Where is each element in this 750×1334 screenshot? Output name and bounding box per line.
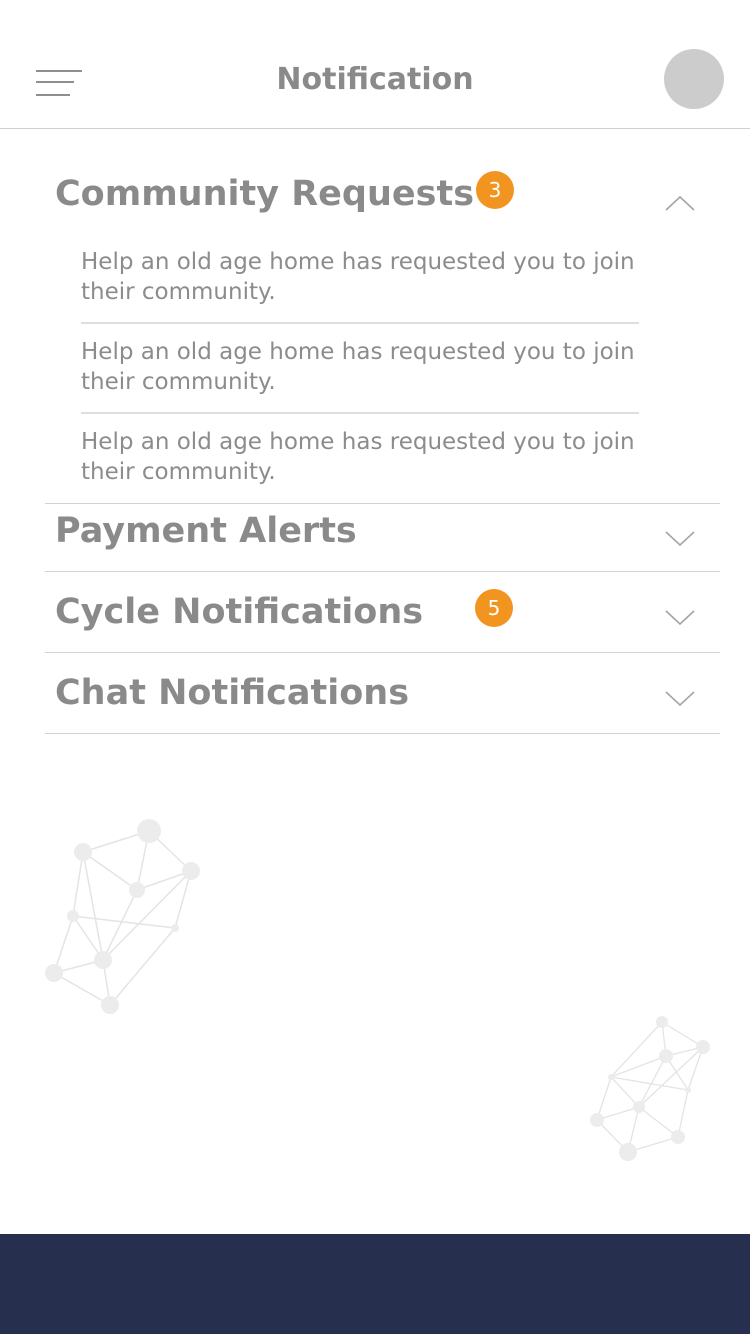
- section-title: Cycle Notifications: [55, 592, 424, 632]
- notification-count-badge: 3: [476, 171, 514, 209]
- section-title: Payment Alerts: [55, 511, 357, 551]
- section-title: Community Requests: [55, 174, 475, 214]
- section-header-chat-notifications[interactable]: Chat Notifications: [45, 653, 720, 733]
- section-cycle-notifications: Cycle Notifications 5: [45, 572, 720, 653]
- chevron-down-icon[interactable]: [665, 609, 695, 627]
- item-divider: [81, 322, 639, 324]
- item-divider: [81, 412, 639, 414]
- bottom-bar: [0, 1234, 750, 1334]
- chevron-down-icon[interactable]: [665, 530, 695, 548]
- notification-count-badge: 5: [475, 589, 513, 627]
- app-header: Notification: [0, 0, 750, 129]
- chevron-down-icon[interactable]: [665, 690, 695, 708]
- page-title: Notification: [276, 62, 474, 97]
- section-header-community-requests[interactable]: Community Requests 3: [45, 128, 720, 228]
- chevron-up-icon[interactable]: [665, 194, 695, 212]
- list-item[interactable]: Help an old age home has requested you t…: [81, 337, 639, 397]
- list-item[interactable]: Help an old age home has requested you t…: [81, 427, 639, 487]
- section-community-requests: Community Requests 3 Help an old age hom…: [45, 128, 720, 504]
- section-chat-notifications: Chat Notifications: [45, 653, 720, 734]
- section-payment-alerts: Payment Alerts: [45, 504, 720, 572]
- network-decoration-right: [590, 1016, 710, 1161]
- list-item[interactable]: Help an old age home has requested you t…: [81, 247, 639, 307]
- avatar[interactable]: [664, 49, 724, 109]
- network-decoration-left: [45, 819, 200, 1014]
- section-header-cycle-notifications[interactable]: Cycle Notifications 5: [45, 572, 720, 652]
- section-title: Chat Notifications: [55, 673, 410, 713]
- section-header-payment-alerts[interactable]: Payment Alerts: [45, 504, 720, 571]
